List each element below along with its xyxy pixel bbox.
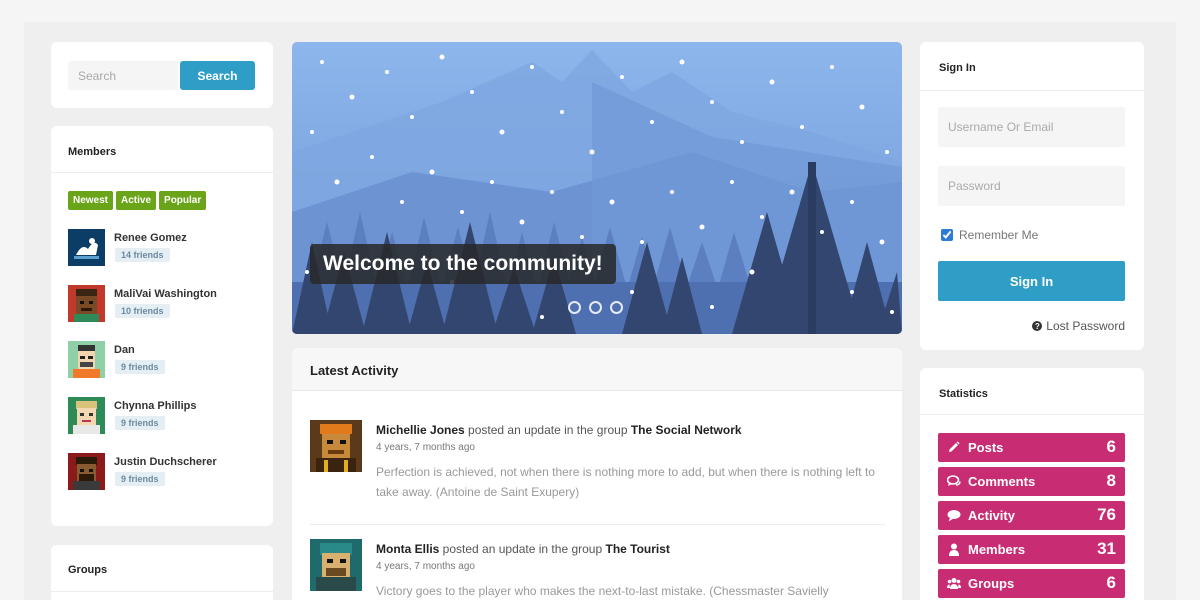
activity-line: Michellie Jones posted an update in the …: [376, 423, 742, 437]
stat-value: 76: [1097, 505, 1116, 524]
password-field[interactable]: [938, 166, 1125, 206]
slider-dot[interactable]: [610, 301, 623, 314]
member-item[interactable]: Justin Duchscherer 9 friends: [68, 453, 258, 493]
divider: [920, 414, 1144, 415]
avatar[interactable]: [68, 453, 105, 490]
activity-title: Latest Activity: [310, 363, 399, 378]
statistics-title: Statistics: [939, 388, 988, 400]
slider-dots: [568, 301, 623, 314]
stat-label: Posts: [968, 440, 1004, 455]
member-name[interactable]: MaliVai Washington: [114, 288, 217, 300]
friends-count: 10 friends: [115, 304, 170, 318]
stat-groups[interactable]: Groups 6: [938, 569, 1125, 598]
activity-item: Michellie Jones posted an update in the …: [310, 420, 885, 530]
avatar[interactable]: [310, 420, 362, 472]
member-item[interactable]: Renee Gomez 14 friends: [68, 229, 258, 269]
avatar[interactable]: [68, 397, 105, 434]
friends-count: 9 friends: [115, 416, 165, 430]
divider: [51, 591, 273, 592]
search-widget: Search: [51, 42, 273, 108]
divider: [920, 90, 1144, 91]
member-item[interactable]: Dan 9 friends: [68, 341, 258, 381]
member-item[interactable]: Chynna Phillips 9 friends: [68, 397, 258, 437]
hero-image: [292, 42, 902, 334]
stat-label: Activity: [968, 508, 1015, 523]
activity-text: Victory goes to the player who makes the…: [376, 584, 829, 598]
lost-password-label[interactable]: Lost Password: [1046, 319, 1125, 333]
divider: [51, 172, 273, 173]
activity-user[interactable]: Monta Ellis: [376, 542, 439, 556]
lost-password-link[interactable]: ? Lost Password: [1032, 319, 1125, 333]
member-item[interactable]: MaliVai Washington 10 friends: [68, 285, 258, 325]
activity-group[interactable]: The Tourist: [605, 542, 669, 556]
groups-widget: Groups: [51, 545, 273, 600]
friends-count: 14 friends: [115, 248, 170, 262]
avatar[interactable]: [68, 285, 105, 322]
slider-dot[interactable]: [568, 301, 581, 314]
remember-me[interactable]: Remember Me: [941, 228, 1038, 242]
stat-posts[interactable]: Posts 6: [938, 433, 1125, 462]
signin-widget: Sign In Remember Me Sign In ? Lost Passw…: [920, 42, 1144, 350]
pencil-icon: [949, 441, 960, 452]
comments-icon: [947, 475, 961, 486]
activity-group[interactable]: The Social Network: [631, 423, 742, 437]
tab-active[interactable]: Active: [116, 191, 157, 210]
avatar[interactable]: [310, 539, 362, 591]
members-title: Members: [68, 146, 117, 158]
stat-label: Groups: [968, 576, 1015, 591]
member-name[interactable]: Justin Duchscherer: [114, 456, 217, 468]
hero-slider[interactable]: Welcome to the community!: [292, 42, 902, 334]
member-name[interactable]: Dan: [114, 344, 135, 356]
tab-newest[interactable]: Newest: [68, 191, 114, 210]
statistics-widget: Statistics Posts 6 Comments 8 Activity 7…: [920, 368, 1144, 600]
stat-value: 8: [1106, 471, 1116, 490]
avatar[interactable]: [68, 341, 105, 378]
stat-label: Members: [968, 542, 1026, 557]
question-icon: ?: [1032, 321, 1043, 331]
divider: [310, 524, 885, 525]
members-widget: Members Newest Active Popular Renee Gome…: [51, 126, 273, 526]
stat-comments[interactable]: Comments 8: [938, 467, 1125, 496]
hero-caption: Welcome to the community!: [310, 244, 616, 284]
stat-members[interactable]: Members 31: [938, 535, 1125, 564]
members-tabs: Newest Active Popular: [68, 191, 207, 210]
username-field[interactable]: [938, 107, 1125, 147]
activity-widget: Latest Activity Michellie Jones posted a…: [292, 348, 902, 600]
avatar[interactable]: [68, 229, 105, 266]
search-button[interactable]: Search: [180, 61, 255, 90]
activity-text: Perfection is achieved, not when there i…: [376, 465, 875, 499]
comment-icon: [947, 510, 961, 522]
search-input[interactable]: [68, 61, 178, 90]
activity-user[interactable]: Michellie Jones: [376, 423, 465, 437]
member-name[interactable]: Chynna Phillips: [114, 400, 197, 412]
activity-item: Monta Ellis posted an update in the grou…: [310, 539, 885, 600]
users-icon: [947, 578, 961, 589]
stat-value: 6: [1106, 573, 1116, 592]
stat-value: 31: [1097, 539, 1116, 558]
activity-line: Monta Ellis posted an update in the grou…: [376, 542, 670, 556]
activity-header: Latest Activity: [292, 348, 902, 391]
tab-popular[interactable]: Popular: [159, 191, 207, 210]
stat-label: Comments: [968, 474, 1036, 489]
activity-action: posted an update in the group: [464, 423, 631, 437]
user-icon: [949, 543, 959, 556]
groups-title: Groups: [68, 564, 108, 576]
stat-activity[interactable]: Activity 76: [938, 501, 1125, 530]
friends-count: 9 friends: [115, 472, 165, 486]
activity-time[interactable]: 4 years, 7 months ago: [376, 442, 475, 453]
stat-value: 6: [1106, 437, 1116, 456]
sign-in-button[interactable]: Sign In: [938, 261, 1125, 301]
member-name[interactable]: Renee Gomez: [114, 232, 187, 244]
activity-time[interactable]: 4 years, 7 months ago: [376, 561, 475, 572]
activity-action: posted an update in the group: [439, 542, 606, 556]
remember-checkbox[interactable]: [941, 229, 953, 241]
remember-label[interactable]: Remember Me: [959, 228, 1038, 242]
friends-count: 9 friends: [115, 360, 165, 374]
signin-title: Sign In: [939, 62, 976, 74]
slider-dot[interactable]: [589, 301, 602, 314]
